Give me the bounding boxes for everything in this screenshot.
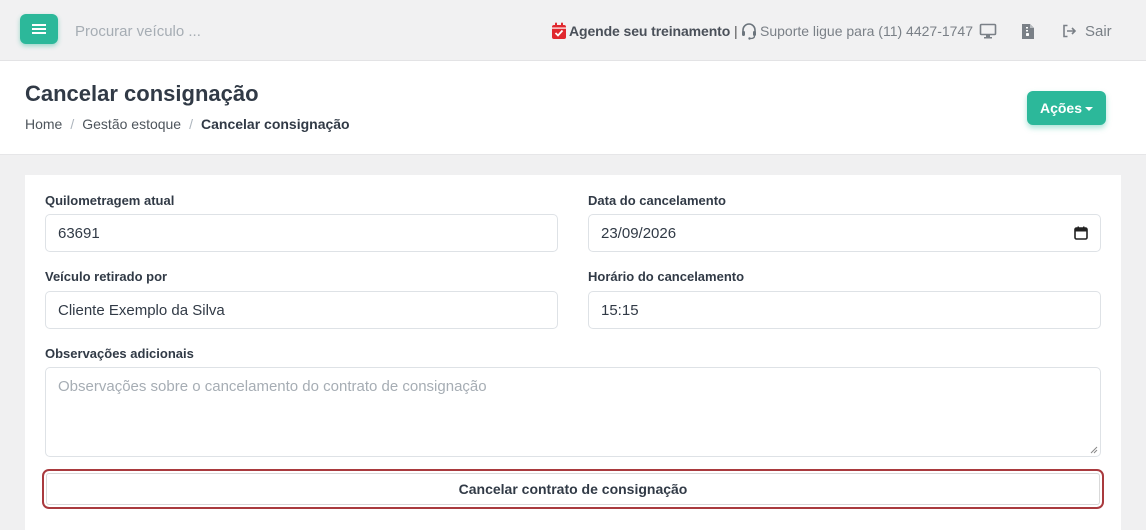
schedule-training-link[interactable]: Agende seu treinamento [551, 19, 730, 43]
mileage-value: 63691 [58, 224, 100, 242]
cancel-time-label: Horário do cancelamento [588, 269, 745, 284]
mileage-input[interactable]: 63691 [45, 214, 558, 252]
cancel-date-label: Data do cancelamento [588, 193, 726, 208]
topbar: Agende seu treinamento | Suporte ligue p… [0, 0, 1146, 61]
breadcrumb-current: Cancelar consignação [201, 116, 350, 132]
breadcrumb-separator: / [189, 116, 193, 132]
cancel-date-input[interactable]: 23/09/2026 [588, 214, 1101, 252]
topbar-separator: | [734, 23, 738, 39]
cancel-contract-label: Cancelar contrato de consignação [458, 481, 688, 497]
notes-placeholder: Observações sobre o cancelamento do cont… [58, 378, 487, 395]
logout-button[interactable]: Sair [1062, 19, 1112, 43]
actions-dropdown-button[interactable]: Ações [1027, 91, 1106, 125]
cancel-time-value: 15:15 [601, 301, 639, 319]
cancel-time-input[interactable]: 15:15 [588, 291, 1101, 329]
breadcrumb: Home / Gestão estoque / Cancelar consign… [25, 116, 350, 132]
calendar-picker-icon[interactable] [1074, 226, 1088, 240]
calendar-check-icon [552, 22, 566, 39]
breadcrumb-inventory[interactable]: Gestão estoque [82, 116, 181, 132]
monitor-icon [979, 23, 997, 39]
headset-icon [742, 23, 756, 40]
support-phone-label: Suporte ligue para (11) 4427-1747 [760, 23, 974, 39]
document-icon [1022, 23, 1034, 39]
withdrawn-by-label: Veículo retirado por [45, 269, 168, 284]
monitor-button[interactable] [979, 19, 997, 43]
page-header: Cancelar consignação Home / Gestão estoq… [0, 61, 1146, 155]
notes-label: Observações adicionais [45, 346, 194, 361]
menu-toggle-button[interactable] [20, 14, 58, 44]
resize-grip-icon[interactable] [1090, 446, 1098, 454]
page-title: Cancelar consignação [25, 81, 259, 106]
support-phone-link[interactable]: Suporte ligue para (11) 4427-1747 [740, 19, 973, 43]
caret-down-icon [1085, 107, 1094, 111]
actions-label: Ações [1039, 100, 1083, 116]
vehicle-search-input[interactable] [75, 18, 305, 44]
logout-icon [1063, 24, 1077, 38]
menu-icon [32, 24, 46, 34]
document-button[interactable] [1021, 19, 1035, 43]
breadcrumb-separator: / [70, 116, 75, 132]
withdrawn-by-input[interactable]: Cliente Exemplo da Silva [45, 291, 558, 329]
cancel-consignment-form: Quilometragem atual 63691 Data do cancel… [25, 175, 1121, 530]
mileage-label: Quilometragem atual [45, 193, 175, 208]
breadcrumb-home[interactable]: Home [25, 116, 62, 132]
cancel-date-value: 23/09/2026 [601, 224, 677, 242]
schedule-training-label: Agende seu treinamento [569, 23, 731, 39]
withdrawn-by-value: Cliente Exemplo da Silva [58, 301, 225, 319]
notes-textarea[interactable]: Observações sobre o cancelamento do cont… [45, 367, 1101, 457]
logout-label: Sair [1085, 22, 1112, 40]
cancel-contract-button[interactable]: Cancelar contrato de consignação [42, 469, 1104, 509]
